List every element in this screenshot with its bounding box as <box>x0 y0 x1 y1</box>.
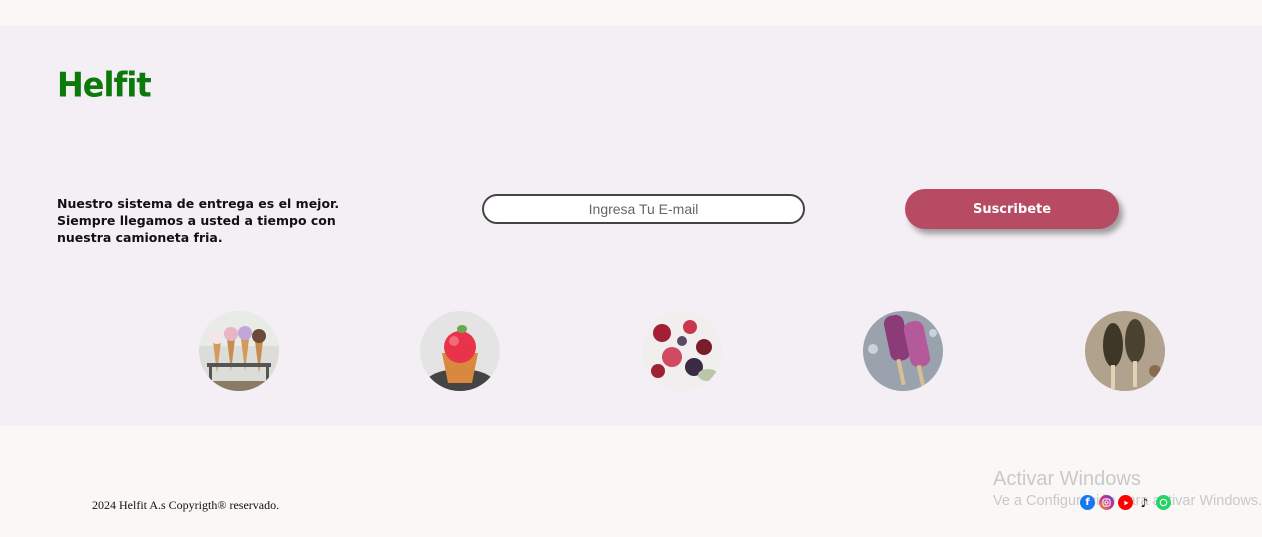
subscribe-button[interactable]: Suscribete <box>905 189 1119 229</box>
instagram-icon[interactable] <box>1099 495 1114 510</box>
top-strip <box>0 0 1262 26</box>
tiktok-icon[interactable]: ♪ <box>1137 495 1152 510</box>
delivery-pitch-text: Nuestro sistema de entrega es el mejor. … <box>57 196 340 245</box>
chocolate-popsicles-image <box>1085 311 1165 391</box>
activation-watermark-title: Activar Windows <box>993 468 1141 490</box>
sorbet-cup-image <box>420 311 500 391</box>
whatsapp-icon[interactable] <box>1156 495 1171 510</box>
berry-dessert-image <box>642 311 722 391</box>
newsletter-section: Helfit Nuestro sistema de entrega es el … <box>0 26 1262 426</box>
email-input[interactable] <box>482 194 805 224</box>
brand-logo[interactable]: Helfit <box>57 65 152 105</box>
social-links: f ♪ <box>1080 495 1171 510</box>
copyright-text: 2024 Helfit A.s Copyrigth® reservado. <box>92 498 280 512</box>
berry-popsicles-image <box>863 311 943 391</box>
youtube-icon[interactable] <box>1118 495 1133 510</box>
facebook-icon[interactable]: f <box>1080 495 1095 510</box>
ice-cream-cones-image <box>199 311 279 391</box>
